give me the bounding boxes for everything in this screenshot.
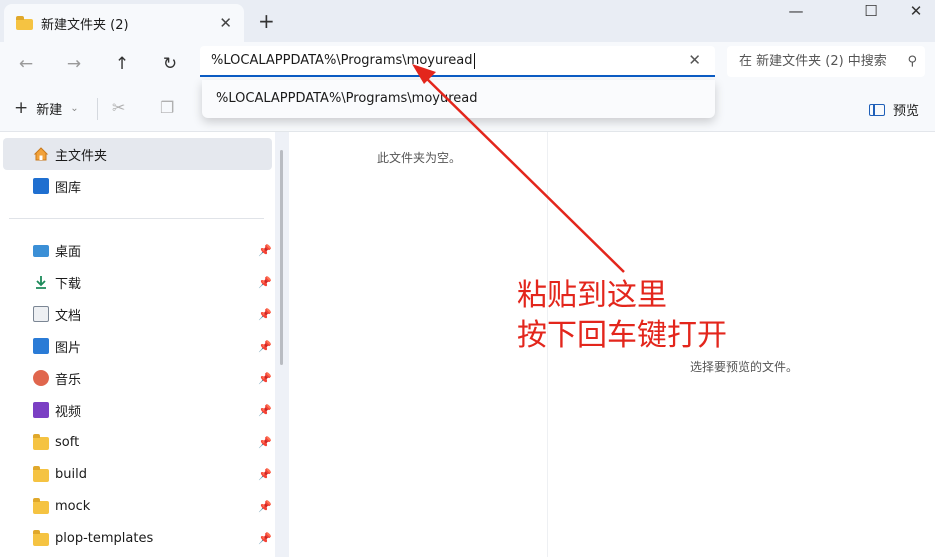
pin-icon[interactable]: 📌 [258,436,272,449]
pin-icon[interactable]: 📌 [258,404,272,417]
sidebar-divider [9,218,264,219]
text-caret [473,52,475,69]
toolbar-divider [97,98,98,120]
sidebar-item-label: soft [55,434,80,450]
sidebar-item-desktop[interactable]: 桌面 📌 [0,234,275,266]
tab-current-folder[interactable]: 新建文件夹 (2) ✕ [4,4,244,42]
pin-icon[interactable]: 📌 [258,500,272,513]
folder-icon [33,529,49,546]
sidebar-item-label: 视频 [55,404,82,420]
sidebar-item-music[interactable]: 音乐 📌 [0,362,275,394]
minimize-button[interactable]: — [776,2,816,20]
sidebar-item-home[interactable]: 主文件夹 [3,138,272,170]
tab-title: 新建文件夹 (2) [41,17,129,33]
pin-icon[interactable]: 📌 [258,532,272,545]
chevron-down-icon: ⌄ [70,102,79,114]
sidebar-item-label: 图片 [55,340,82,356]
sidebar-scrollbar[interactable] [280,150,283,365]
empty-folder-message: 此文件夹为空。 [377,151,462,165]
tab-close-icon[interactable]: ✕ [219,14,232,32]
close-window-button[interactable]: ✕ [896,2,935,20]
desktop-icon [33,245,49,257]
sidebar-item-label: 桌面 [55,244,82,260]
navigation-pane: 主文件夹 图库 桌面 📌 下载 📌 文档 📌 图片 📌 音乐 📌 视频 📌 so… [0,132,275,557]
new-tab-button[interactable]: + [258,9,275,33]
music-icon [33,370,49,386]
search-box[interactable]: 在 新建文件夹 (2) 中搜索 ⚲ [727,46,925,77]
sidebar-item-label: 下载 [55,276,82,292]
sidebar-item-videos[interactable]: 视频 📌 [0,394,275,426]
new-label: 新建 [36,102,63,118]
clear-address-icon[interactable]: ✕ [688,46,701,75]
sidebar-item-pictures[interactable]: 图片 📌 [0,330,275,362]
pin-icon[interactable]: 📌 [258,308,272,321]
search-icon[interactable]: ⚲ [903,46,917,77]
preview-button[interactable]: 预览 [869,100,919,119]
cut-icon[interactable]: ✂ [112,98,125,117]
new-button[interactable]: + 新建 ⌄ [14,98,79,118]
gallery-icon [33,178,49,194]
preview-pane-message: 选择要预览的文件。 [690,360,799,374]
home-icon [33,146,49,162]
up-button[interactable]: ↑ [107,50,137,78]
document-icon [33,306,49,322]
folder-icon [33,497,49,514]
copy-icon[interactable]: ❐ [160,98,174,117]
sidebar-item-label: plop-templates [55,530,154,546]
video-icon [33,402,49,418]
annotation-line-1: 粘贴到这里 [517,278,667,313]
maximize-button[interactable]: ☐ [851,2,891,20]
refresh-button[interactable]: ↻ [155,50,185,78]
sidebar-item-label: build [55,466,87,482]
pin-icon[interactable]: 📌 [258,468,272,481]
search-placeholder: 在 新建文件夹 (2) 中搜索 [739,54,887,69]
address-bar[interactable]: %LOCALAPPDATA%\Programs\moyuread ✕ [200,46,715,77]
sidebar-item-soft[interactable]: soft 📌 [0,426,275,458]
sidebar-item-label: 文档 [55,308,82,324]
download-icon [33,274,49,290]
pin-icon[interactable]: 📌 [258,244,272,257]
pin-icon[interactable]: 📌 [258,276,272,289]
forward-button[interactable]: → [59,50,89,78]
plus-icon: + [14,98,29,118]
pin-icon[interactable]: 📌 [258,340,272,353]
folder-icon [33,465,49,482]
pictures-icon [33,338,49,354]
address-input-value[interactable]: %LOCALAPPDATA%\Programs\moyuread [211,53,473,68]
sidebar-item-label: 音乐 [55,372,82,388]
annotation-line-2: 按下回车键打开 [517,318,727,353]
sidebar-item-label: mock [55,498,91,514]
title-bar: 新建文件夹 (2) ✕ + — ☐ ✕ [0,0,935,42]
sidebar-item-documents[interactable]: 文档 📌 [0,298,275,330]
sidebar-item-gallery[interactable]: 图库 [0,170,275,202]
sidebar-item-plop-templates[interactable]: plop-templates 📌 [0,522,275,554]
folder-icon [33,433,49,450]
preview-label: 预览 [893,104,920,119]
sidebar-item-label: 图库 [55,180,82,196]
preview-pane-icon [869,103,885,116]
annotation-text: 粘贴到这里 按下回车键打开 [517,276,727,356]
sidebar-item-build[interactable]: build 📌 [0,458,275,490]
sidebar-item-label: 主文件夹 [55,148,108,164]
back-button[interactable]: ← [11,50,41,78]
sidebar-item-downloads[interactable]: 下载 📌 [0,266,275,298]
pin-icon[interactable]: 📌 [258,372,272,385]
folder-icon [16,15,33,30]
address-suggestion-item[interactable]: %LOCALAPPDATA%\Programs\moyuread [202,80,715,118]
sidebar-item-mock[interactable]: mock 📌 [0,490,275,522]
